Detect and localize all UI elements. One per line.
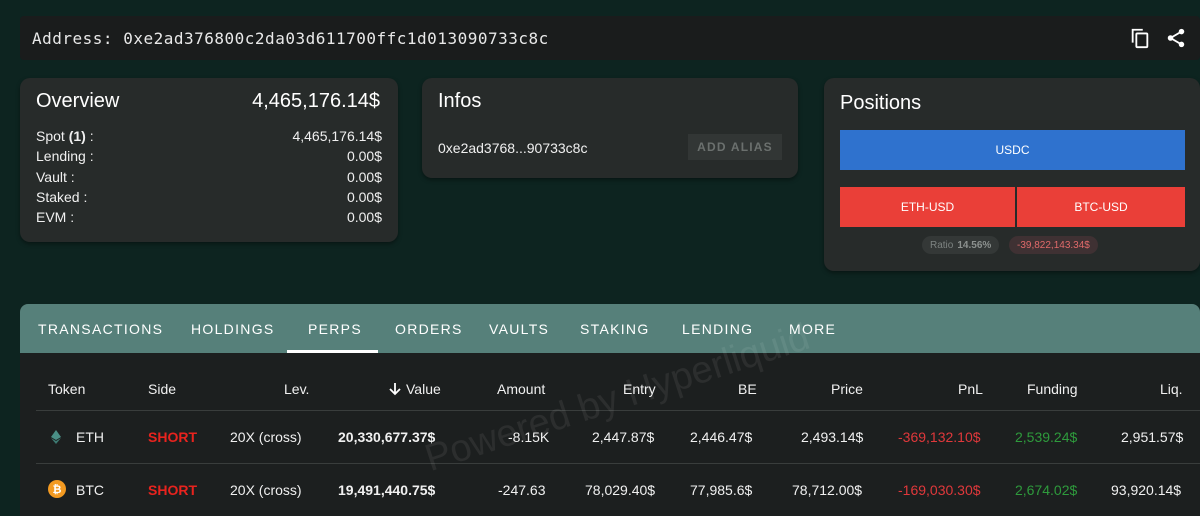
header-price[interactable]: Price — [831, 381, 863, 397]
ratio-label: Ratio — [930, 239, 954, 251]
header-pnl[interactable]: PnL — [958, 381, 983, 397]
ratio-value: 14.56% — [957, 239, 992, 251]
position-bar-eth[interactable]: ETH-USD — [840, 187, 1015, 227]
overview-title: Overview — [36, 90, 120, 112]
cell-be: 2,446.47$ — [690, 429, 753, 445]
overview-row-value: 0.00$ — [346, 209, 382, 226]
active-tab-indicator — [287, 350, 378, 353]
short-address: 0xe2ad3768...90733c8c — [438, 140, 588, 156]
header-value-label: Value — [406, 381, 441, 397]
cell-pnl: -369,132.10$ — [898, 429, 981, 445]
table-row[interactable]: ₿ BTC SHORT 20X (cross) 19,491,440.75$ -… — [36, 464, 1200, 516]
cell-funding: 2,674.02$ — [1015, 482, 1078, 498]
overview-row-label: Vault : — [36, 168, 75, 185]
add-alias-button[interactable]: ADD ALIAS — [688, 134, 782, 160]
overview-row-value: 0.00$ — [346, 188, 382, 205]
address-bar: Address: 0xe2ad376800c2da03d611700ffc1d0… — [20, 16, 1200, 60]
overview-row-evm: EVM : 0.00$ — [36, 207, 382, 227]
header-token[interactable]: Token — [48, 381, 85, 397]
cell-token: BTC — [76, 482, 104, 498]
cell-token: ETH — [76, 429, 104, 445]
overview-row-staked: Staked : 0.00$ — [36, 187, 382, 207]
tab-staking[interactable]: STAKING — [580, 321, 650, 337]
cell-lev: 20X (cross) — [230, 429, 302, 445]
header-liq[interactable]: Liq. — [1160, 381, 1183, 397]
overview-row-value: 4,465,176.14$ — [292, 128, 382, 144]
cell-value: 19,491,440.75$ — [338, 482, 436, 498]
cell-entry: 78,029.40$ — [585, 482, 656, 498]
cell-liq: 2,951.57$ — [1121, 429, 1184, 445]
header-value[interactable]: Value — [388, 381, 441, 397]
overview-row-label: Lending : — [36, 148, 94, 165]
tab-vaults[interactable]: VAULTS — [489, 321, 549, 337]
cell-side: SHORT — [148, 482, 197, 498]
address-actions — [1128, 26, 1188, 50]
cell-entry: 2,447.87$ — [592, 429, 655, 445]
overview-row-label: Spot (1) : — [36, 128, 94, 144]
header-funding[interactable]: Funding — [1027, 381, 1078, 397]
overview-row-lending: Lending : 0.00$ — [36, 146, 382, 166]
position-bar-usdc[interactable]: USDC — [840, 130, 1185, 170]
cell-amount: -247.63 — [498, 482, 546, 498]
cell-be: 77,985.6$ — [690, 482, 753, 498]
cell-price: 2,493.14$ — [801, 429, 864, 445]
overview-row-value: 0.00$ — [346, 148, 382, 165]
overview-row-label: EVM : — [36, 209, 75, 226]
infos-title: Infos — [438, 90, 482, 112]
copy-icon[interactable] — [1128, 26, 1152, 50]
svg-text:₿: ₿ — [53, 483, 62, 496]
header-side[interactable]: Side — [148, 381, 176, 397]
overview-rows: Spot (1) : 4,465,176.14$ Lending : 0.00$… — [36, 126, 382, 227]
cell-funding: 2,539.24$ — [1015, 429, 1078, 445]
positions-card: Positions USDC ETH-USD BTC-USD Ratio 14.5… — [824, 78, 1200, 271]
pnl-badge: -39,822,143.34$ — [1009, 236, 1098, 254]
overview-card: Overview 4,465,176.14$ Spot (1) : 4,465,… — [20, 78, 398, 242]
tab-perps[interactable]: PERPS — [308, 321, 362, 337]
tab-transactions[interactable]: TRANSACTIONS — [38, 321, 163, 337]
tab-orders[interactable]: ORDERS — [395, 321, 463, 337]
share-icon[interactable] — [1164, 26, 1188, 50]
ratio-badge: Ratio 14.56% — [922, 236, 1000, 254]
positions-title: Positions — [840, 92, 922, 114]
overview-row-label: Staked : — [36, 188, 88, 205]
header-amount[interactable]: Amount — [497, 381, 545, 397]
cell-liq: 93,920.14$ — [1111, 482, 1182, 498]
tab-holdings[interactable]: HOLDINGS — [191, 321, 275, 337]
cell-lev: 20X (cross) — [230, 482, 302, 498]
infos-card: Infos 0xe2ad3768...90733c8c ADD ALIAS — [422, 78, 798, 178]
cell-price: 78,712.00$ — [792, 482, 863, 498]
overview-row-spot: Spot (1) : 4,465,176.14$ — [36, 126, 382, 146]
address-text: Address: 0xe2ad376800c2da03d611700ffc1d0… — [32, 28, 549, 48]
position-bar-btc[interactable]: BTC-USD — [1017, 187, 1185, 227]
cell-side: SHORT — [148, 429, 197, 445]
ethereum-icon — [50, 430, 62, 447]
tab-bar: TRANSACTIONS HOLDINGS PERPS ORDERS VAULT… — [20, 304, 1200, 353]
overview-row-vault: Vault : 0.00$ — [36, 167, 382, 187]
sort-down-arrow-icon — [389, 383, 401, 396]
cell-pnl: -169,030.30$ — [898, 482, 981, 498]
header-be[interactable]: BE — [738, 381, 757, 397]
bitcoin-icon: ₿ — [48, 480, 66, 501]
overview-row-value: 0.00$ — [346, 168, 382, 185]
overview-total: 4,465,176.14$ — [252, 90, 380, 112]
header-lev[interactable]: Lev. — [284, 381, 309, 397]
